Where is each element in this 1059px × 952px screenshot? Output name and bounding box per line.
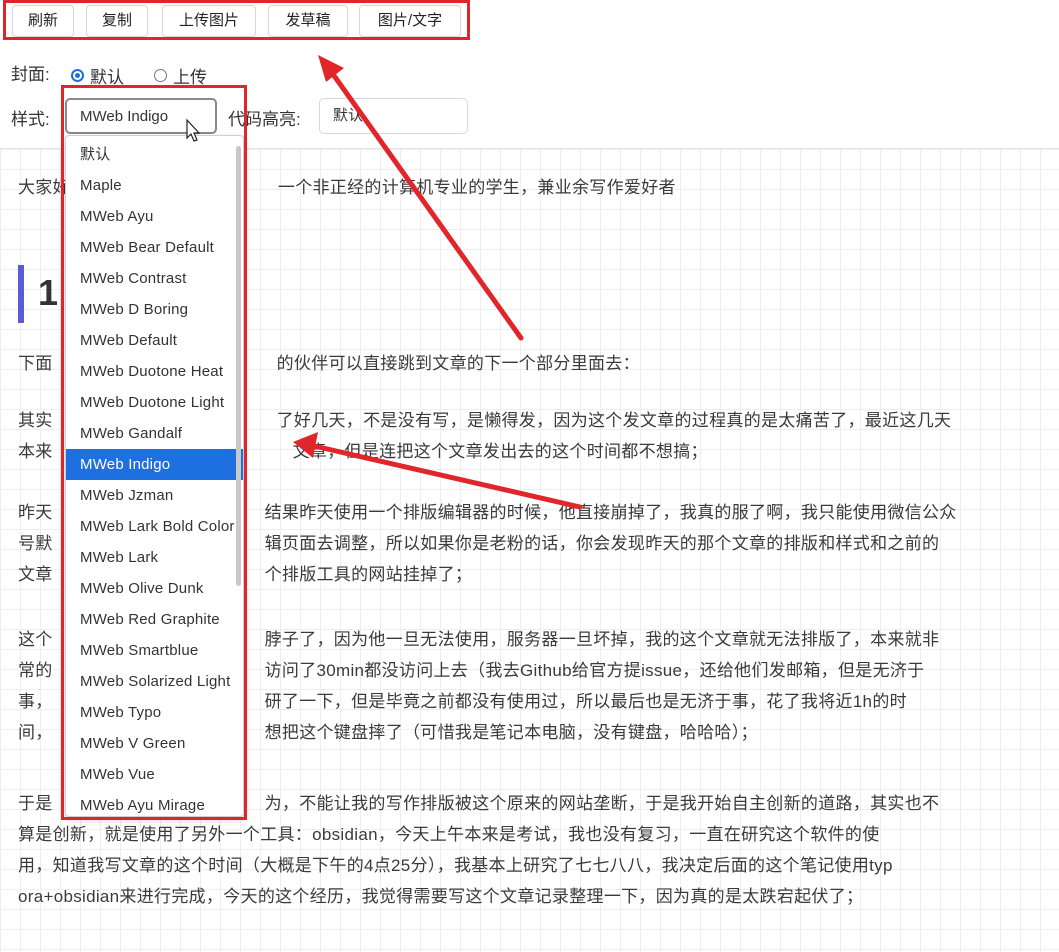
code-highlight-value: 默认 (333, 107, 364, 124)
text-fragment: 了好几天，不是没有写，是懒得发，因为这个发文章的过程真的是太痛苦了，最近这几天 (276, 411, 952, 430)
text-fragment: 于是 (18, 794, 53, 813)
text-fragment: 的伙伴可以直接跳到文章的下一个部分里面去： (276, 354, 640, 373)
text-fragment: 间， (18, 723, 53, 742)
text-fragment: 结果昨天使用一个排版编辑器的时候，他直接崩掉了，我真的服了啊，我只能使用微信公众 (264, 503, 957, 522)
text-fragment: 访问了30min都没访问上去（我去Github给官方提issue，还给他们发邮箱… (264, 661, 925, 680)
text-fragment: 脖子了，因为他一旦无法使用，服务器一旦坏掉，我的这个文章就无法排版了，本来就非 (264, 630, 940, 649)
text-fragment: 文章，但是连把这个文章发出去的这个时间都不想搞； (292, 442, 708, 461)
radio-unchecked-icon[interactable] (154, 69, 167, 82)
cover-label: 封面: (11, 65, 50, 84)
annotation-box-toolbar (3, 0, 470, 40)
annotation-box-style (61, 85, 247, 820)
text-fragment: 为，不能让我的写作排版被这个原来的网站垄断，于是我开始自主创新的道路，其实也不 (264, 794, 940, 813)
text-fragment: 号默 (18, 534, 53, 553)
style-label: 样式: (11, 110, 50, 129)
text-fragment: 本来 (18, 442, 53, 461)
text-fragment: 事， (18, 692, 53, 711)
section-heading: 1 (38, 272, 59, 313)
text-fragment: 下面 (18, 354, 53, 373)
radio-checked-icon[interactable] (71, 69, 84, 82)
text-fragment: 一个非正经的计算机专业的学生，兼业余写作爱好者 (277, 178, 676, 197)
text-line: 算是创新，就是使用了另外一个工具：obsidian，今天上午本来是考试，我也没有… (18, 825, 880, 844)
text-fragment: 辑页面去调整，所以如果你是老粉的话，你会发现昨天的那个文章的排版和样式和之前的 (264, 534, 940, 553)
heading-accent-bar (18, 265, 24, 323)
text-line: ora+obsidian来进行完成，今天的这个经历，我觉得需要写这个文章记录整理… (18, 887, 864, 906)
text-fragment: 研了一下，但是毕竟之前都没有使用过，所以最后也是无济于事，花了我将近1h的时 (264, 692, 907, 711)
arrow-head-toolbar (318, 55, 344, 82)
text-fragment: 常的 (18, 661, 53, 680)
text-fragment: 个排版工具的网站挂掉了； (264, 565, 473, 584)
text-fragment: 文章 (18, 565, 53, 584)
code-highlight-select[interactable]: 默认 (319, 98, 468, 134)
text-fragment: 想把这个键盘摔了（可惜我是笔记本电脑，没有键盘，哈哈哈）； (264, 723, 758, 742)
text-fragment: 其实 (18, 411, 53, 430)
text-fragment: 昨天 (18, 503, 53, 522)
text-line: 用，知道我写文章的这个时间（大概是下午的4点25分），我基本上研究了七七八八，我… (18, 856, 893, 875)
text-fragment: 这个 (18, 630, 53, 649)
